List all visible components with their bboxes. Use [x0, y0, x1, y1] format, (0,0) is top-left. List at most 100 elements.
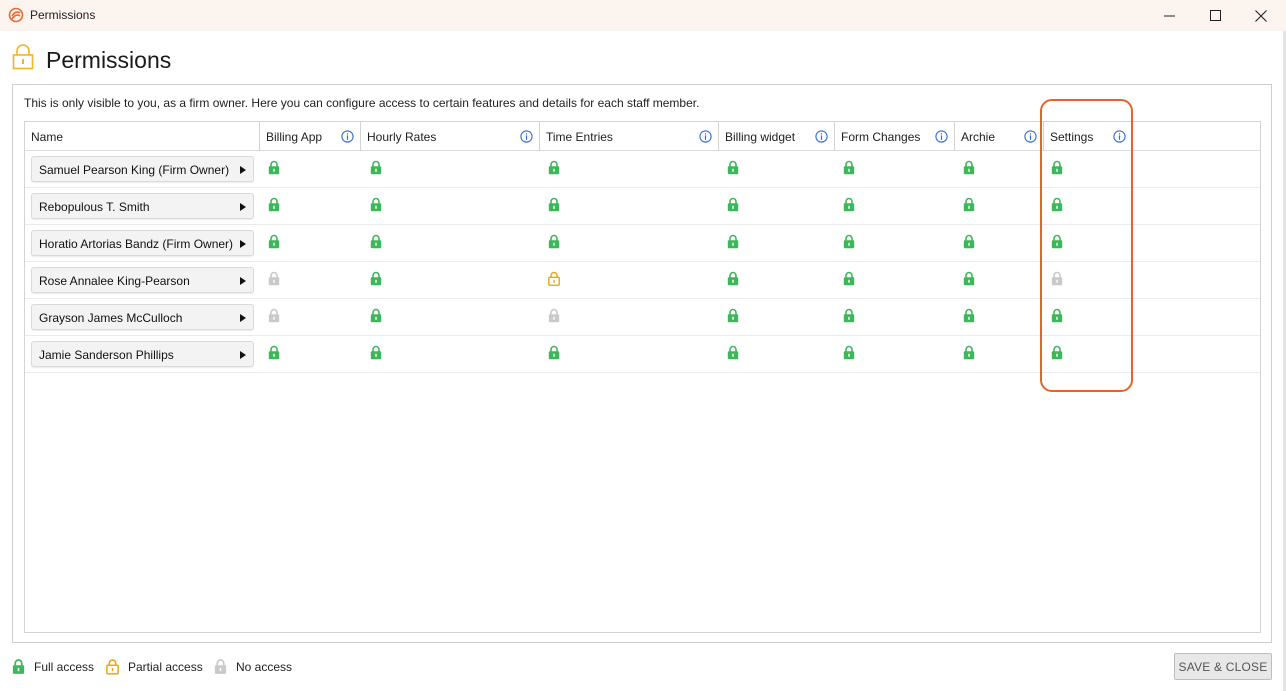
unlocked-icon: [370, 234, 382, 249]
permission-toggle-hourly-rates[interactable]: [370, 308, 382, 323]
expand-arrow-icon: [240, 351, 246, 359]
close-button[interactable]: [1238, 0, 1284, 31]
unlocked-icon: [727, 197, 739, 212]
column-header-label: Billing App: [266, 130, 323, 144]
unlocked-icon: [843, 271, 855, 286]
permission-toggle-time-entries[interactable]: [548, 234, 560, 249]
maximize-icon: [1209, 10, 1221, 21]
locked-icon: [214, 659, 227, 674]
column-header-label: Archie: [961, 130, 996, 144]
staff-name: Rebopulous T. Smith: [39, 200, 150, 214]
permission-toggle-time-entries[interactable]: [548, 160, 560, 175]
save-close-button[interactable]: SAVE & CLOSE: [1174, 653, 1272, 680]
permission-toggle-archie[interactable]: [963, 271, 975, 286]
info-icon[interactable]: [341, 130, 354, 143]
staff-name-button[interactable]: Rose Annalee King-Pearson: [31, 267, 254, 293]
staff-name: Jamie Sanderson Phillips: [39, 348, 174, 362]
column-header-billing-widget: Billing widget: [719, 122, 835, 151]
permission-toggle-form-changes[interactable]: [843, 345, 855, 360]
permission-toggle-form-changes[interactable]: [843, 308, 855, 323]
staff-name: Rose Annalee King-Pearson: [39, 274, 190, 288]
unlocked-icon: [268, 234, 280, 249]
settings-column-highlight: [1040, 99, 1133, 392]
permission-toggle-form-changes[interactable]: [843, 271, 855, 286]
legend-full-icon-wrap: [12, 658, 25, 680]
unlocked-icon: [727, 345, 739, 360]
staff-name-button[interactable]: Samuel Pearson King (Firm Owner): [31, 156, 254, 182]
info-icon[interactable]: [520, 130, 533, 143]
info-icon[interactable]: [1024, 130, 1037, 143]
legend-none-icon-wrap: [214, 658, 227, 680]
permission-toggle-billing-widget[interactable]: [727, 345, 739, 360]
expand-arrow-icon: [240, 166, 246, 174]
permission-toggle-billing-widget[interactable]: [727, 234, 739, 249]
permission-toggle-time-entries[interactable]: [548, 345, 560, 360]
unlocked-icon: [548, 345, 560, 360]
unlocked-icon: [268, 160, 280, 175]
maximize-button[interactable]: [1192, 0, 1238, 31]
permission-toggle-billing-app[interactable]: [268, 271, 280, 286]
unlocked-icon: [963, 197, 975, 212]
permission-toggle-hourly-rates[interactable]: [370, 234, 382, 249]
unlocked-icon: [268, 345, 280, 360]
column-header-hourly-rates: Hourly Rates: [361, 122, 540, 151]
unlocked-icon: [268, 197, 280, 212]
permission-toggle-hourly-rates[interactable]: [370, 197, 382, 212]
permission-toggle-billing-app[interactable]: [268, 160, 280, 175]
unlocked-icon: [963, 308, 975, 323]
permission-toggle-billing-widget[interactable]: [727, 160, 739, 175]
unlocked-icon: [548, 197, 560, 212]
permission-toggle-archie[interactable]: [963, 160, 975, 175]
unlocked-icon: [727, 160, 739, 175]
unlocked-icon: [548, 160, 560, 175]
permission-toggle-hourly-rates[interactable]: [370, 160, 382, 175]
staff-name-button[interactable]: Jamie Sanderson Phillips: [31, 341, 254, 367]
permission-toggle-archie[interactable]: [963, 345, 975, 360]
permission-toggle-billing-app[interactable]: [268, 308, 280, 323]
unlocked-icon: [370, 308, 382, 323]
minimize-icon: [1163, 15, 1175, 17]
unlocked-icon: [727, 234, 739, 249]
column-header-archie: Archie: [955, 122, 1044, 151]
padlock-icon: [12, 44, 34, 70]
unlocked-icon: [843, 197, 855, 212]
app-logo-icon: [8, 7, 24, 23]
info-icon[interactable]: [699, 130, 712, 143]
expand-arrow-icon: [240, 240, 246, 248]
unlocked-icon: [963, 345, 975, 360]
permission-toggle-form-changes[interactable]: [843, 197, 855, 212]
info-icon[interactable]: [935, 130, 948, 143]
staff-name-button[interactable]: Grayson James McCulloch: [31, 304, 254, 330]
window-title: Permissions: [30, 8, 96, 22]
info-icon[interactable]: [815, 130, 828, 143]
unlocked-icon: [12, 659, 25, 674]
permission-toggle-form-changes[interactable]: [843, 234, 855, 249]
permission-toggle-billing-app[interactable]: [268, 197, 280, 212]
page-title: Permissions: [46, 47, 172, 73]
permission-toggle-archie[interactable]: [963, 234, 975, 249]
expand-arrow-icon: [240, 314, 246, 322]
permission-toggle-billing-widget[interactable]: [727, 197, 739, 212]
expand-arrow-icon: [240, 203, 246, 211]
partial-lock-icon: [548, 271, 560, 287]
unlocked-icon: [963, 271, 975, 286]
staff-name-button[interactable]: Horatio Artorias Bandz (Firm Owner): [31, 230, 254, 256]
locked-icon: [548, 308, 560, 323]
staff-name-button[interactable]: Rebopulous T. Smith: [31, 193, 254, 219]
permission-toggle-time-entries[interactable]: [548, 308, 560, 323]
permission-toggle-billing-app[interactable]: [268, 345, 280, 360]
permission-toggle-billing-app[interactable]: [268, 234, 280, 249]
permission-toggle-archie[interactable]: [963, 197, 975, 212]
unlocked-icon: [843, 234, 855, 249]
permission-toggle-hourly-rates[interactable]: [370, 271, 382, 286]
permission-toggle-billing-widget[interactable]: [727, 271, 739, 286]
permission-toggle-form-changes[interactable]: [843, 160, 855, 175]
column-header-label: Hourly Rates: [367, 130, 437, 144]
permission-toggle-billing-widget[interactable]: [727, 308, 739, 323]
minimize-button[interactable]: [1146, 0, 1192, 31]
permission-toggle-time-entries[interactable]: [548, 271, 560, 287]
permission-toggle-hourly-rates[interactable]: [370, 345, 382, 360]
staff-name: Grayson James McCulloch: [39, 311, 183, 325]
permission-toggle-time-entries[interactable]: [548, 197, 560, 212]
permission-toggle-archie[interactable]: [963, 308, 975, 323]
